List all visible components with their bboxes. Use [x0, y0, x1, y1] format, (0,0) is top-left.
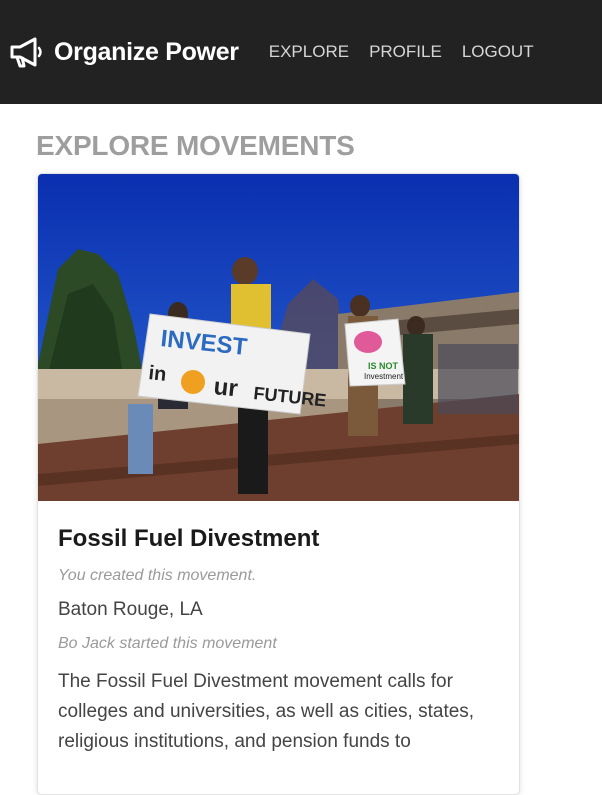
brand-name: Organize Power	[54, 37, 239, 66]
started-by: Bo Jack started this movement	[58, 635, 277, 652]
nav-link-logout[interactable]: LOGOUT	[462, 42, 534, 62]
movement-description: The Fossil Fuel Divestment movement call…	[58, 671, 475, 752]
brand-link[interactable]: Organize Power	[8, 36, 239, 68]
page-title: EXPLORE MOVEMENTS	[36, 130, 355, 161]
movement-title[interactable]: Fossil Fuel Divestment	[58, 525, 499, 553]
nav-links: EXPLORE PROFILE LOGOUT	[269, 42, 554, 62]
movement-card-body: Fossil Fuel Divestment You created this …	[38, 501, 519, 757]
navbar: Organize Power EXPLORE PROFILE LOGOUT	[0, 0, 602, 104]
nav-link-profile[interactable]: PROFILE	[369, 42, 442, 62]
svg-text:in: in	[147, 362, 167, 386]
movement-location: Baton Rouge, LA	[58, 599, 203, 620]
svg-text:Investment: Investment	[364, 372, 404, 381]
megaphone-icon	[10, 37, 42, 68]
svg-text:ur: ur	[212, 373, 239, 402]
movement-card[interactable]: INVEST in ur FUTURE IS NOT Investment Fo…	[37, 173, 520, 795]
movement-image[interactable]: INVEST in ur FUTURE IS NOT Investment	[38, 174, 519, 501]
svg-text:IS NOT: IS NOT	[368, 361, 399, 371]
nav-link-explore[interactable]: EXPLORE	[269, 42, 349, 62]
ownership-note: You created this movement.	[58, 567, 257, 584]
